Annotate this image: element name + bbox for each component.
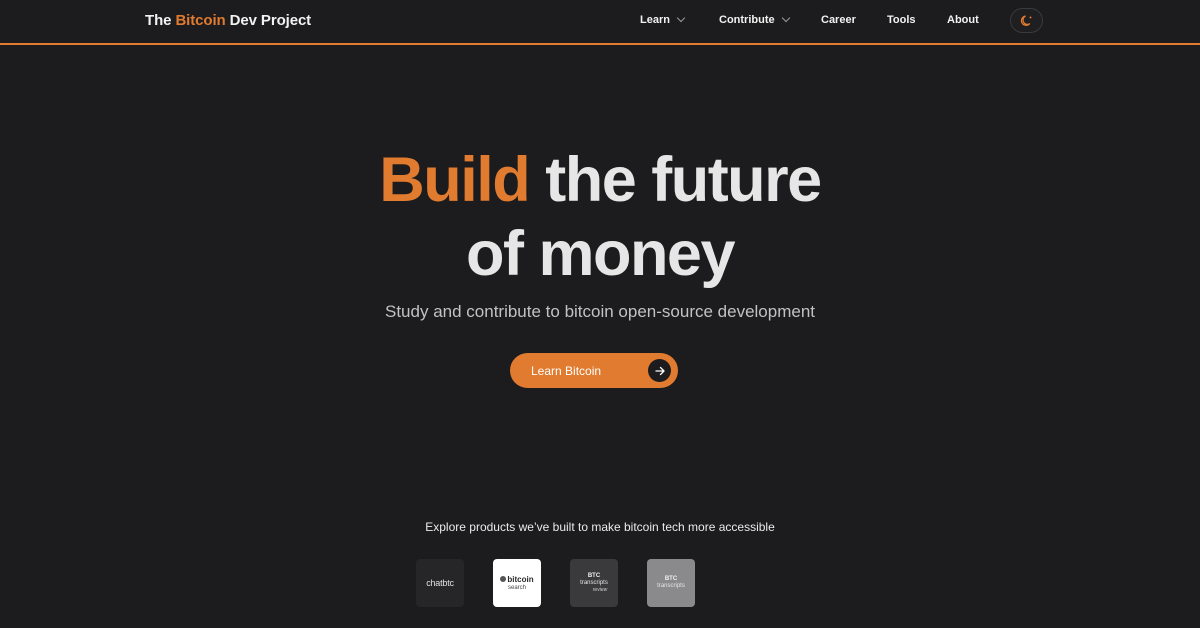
nav-contribute[interactable]: Contribute: [719, 13, 790, 26]
nav-career[interactable]: Career: [821, 14, 856, 26]
hero-title-accent: Build: [379, 145, 530, 215]
theme-toggle-button[interactable]: [1010, 8, 1043, 33]
review-logo-top: BTC: [587, 573, 601, 579]
site-header: The Bitcoin Dev Project Learn Contribute…: [0, 0, 1200, 45]
learn-bitcoin-label: Learn Bitcoin: [531, 364, 602, 378]
nav-contribute-label: Contribute: [719, 14, 775, 26]
hero-title-line-2: of money: [465, 219, 736, 289]
nav-tools[interactable]: Tools: [887, 14, 916, 26]
brand-suffix: Dev Project: [225, 12, 312, 29]
bitcoin-search-top-text: bitcoin: [507, 574, 534, 584]
page: The Bitcoin Dev Project Learn Contribute…: [0, 0, 1200, 628]
review-logo-bottom: review: [592, 587, 608, 593]
transcripts-logo-bottom: transcripts: [657, 583, 685, 589]
nav-about[interactable]: About: [947, 14, 979, 26]
arrow-right-icon: [648, 359, 671, 382]
chevron-down-icon: [781, 13, 790, 23]
hero-title-rest: the future: [529, 145, 822, 215]
nav-learn-label: Learn: [640, 14, 670, 26]
product-chatbtc[interactable]: chatbtc: [416, 559, 464, 607]
bitcoin-icon: [500, 576, 507, 582]
product-btc-transcripts-review[interactable]: BTC transcripts review: [570, 559, 618, 607]
product-bitcoin-search[interactable]: bitcoin search: [493, 559, 541, 607]
bitcoin-search-logo-bottom: search: [507, 584, 526, 591]
hero-title-line-1: Build the future: [0, 143, 1200, 217]
transcripts-logo-top: BTC: [664, 576, 678, 582]
nav-tools-label: Tools: [887, 14, 916, 26]
product-btc-transcripts[interactable]: BTC transcripts: [647, 559, 695, 607]
bitcoin-search-logo-top: bitcoin: [500, 574, 534, 584]
chevron-down-icon: [676, 13, 686, 23]
products-intro: Explore products we’ve built to make bit…: [425, 520, 775, 534]
brand-prefix: The: [145, 12, 176, 29]
nav-learn[interactable]: Learn: [640, 13, 686, 26]
hero-subtitle: Study and contribute to bitcoin open-sou…: [385, 302, 815, 321]
nav-about-label: About: [947, 14, 979, 26]
moon-sparkle-icon: [1020, 15, 1032, 26]
brand-accent: Bitcoin: [175, 12, 226, 29]
review-logo-middle: transcripts: [580, 580, 608, 586]
nav-career-label: Career: [821, 14, 856, 26]
chatbtc-logo-text: chatbtc: [426, 578, 454, 588]
hero-title: Build the future of money: [0, 143, 1200, 291]
learn-bitcoin-button[interactable]: Learn Bitcoin: [510, 353, 678, 388]
brand-logo[interactable]: The Bitcoin Dev Project: [145, 12, 311, 29]
